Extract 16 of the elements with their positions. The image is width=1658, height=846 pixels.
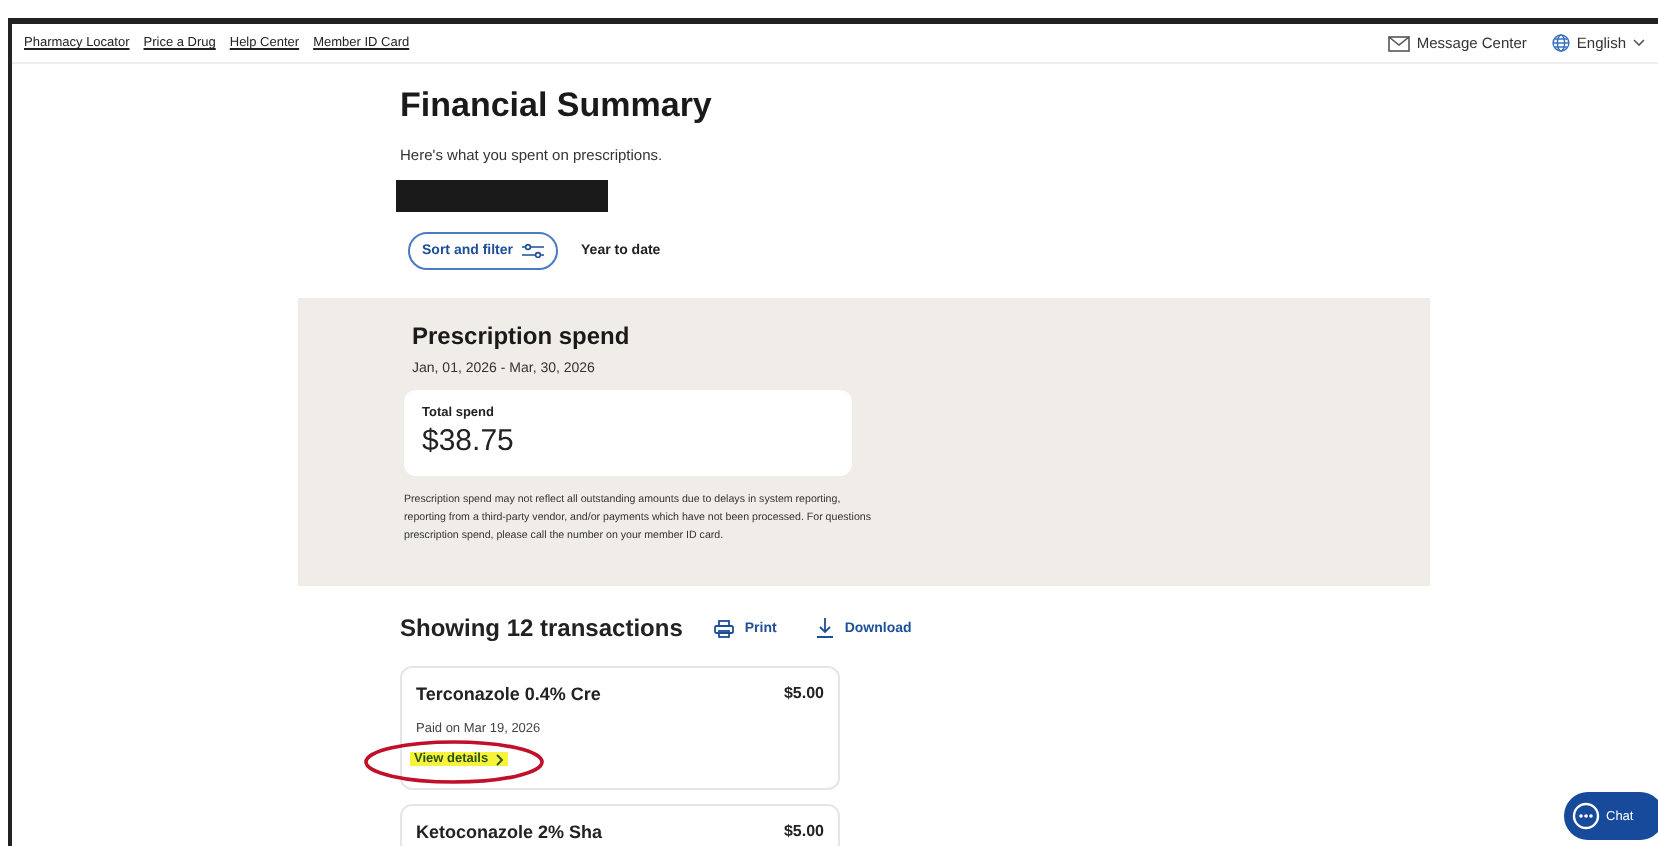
chat-bubble-icon	[1572, 802, 1600, 830]
drug-name: Ketoconazole 2% Sha	[416, 822, 603, 842]
chevron-down-icon	[1632, 38, 1646, 48]
envelope-icon	[1388, 35, 1411, 51]
transaction-amount: $5.00	[783, 684, 824, 704]
chevron-right-icon	[496, 753, 505, 765]
section-title: Prescription spend	[412, 322, 632, 350]
total-spend-amount: $38.75	[422, 424, 516, 458]
sliders-icon	[521, 244, 544, 258]
globe-icon	[1552, 34, 1571, 52]
transactions-heading: Showing 12 transactions	[400, 614, 683, 642]
download-icon	[816, 618, 835, 638]
drug-name: Terconazole 0.4% Cre	[416, 684, 601, 704]
printer-icon	[714, 619, 735, 637]
transaction-amount: $5.00	[783, 822, 824, 842]
page-title: Financial Summary	[400, 86, 714, 126]
